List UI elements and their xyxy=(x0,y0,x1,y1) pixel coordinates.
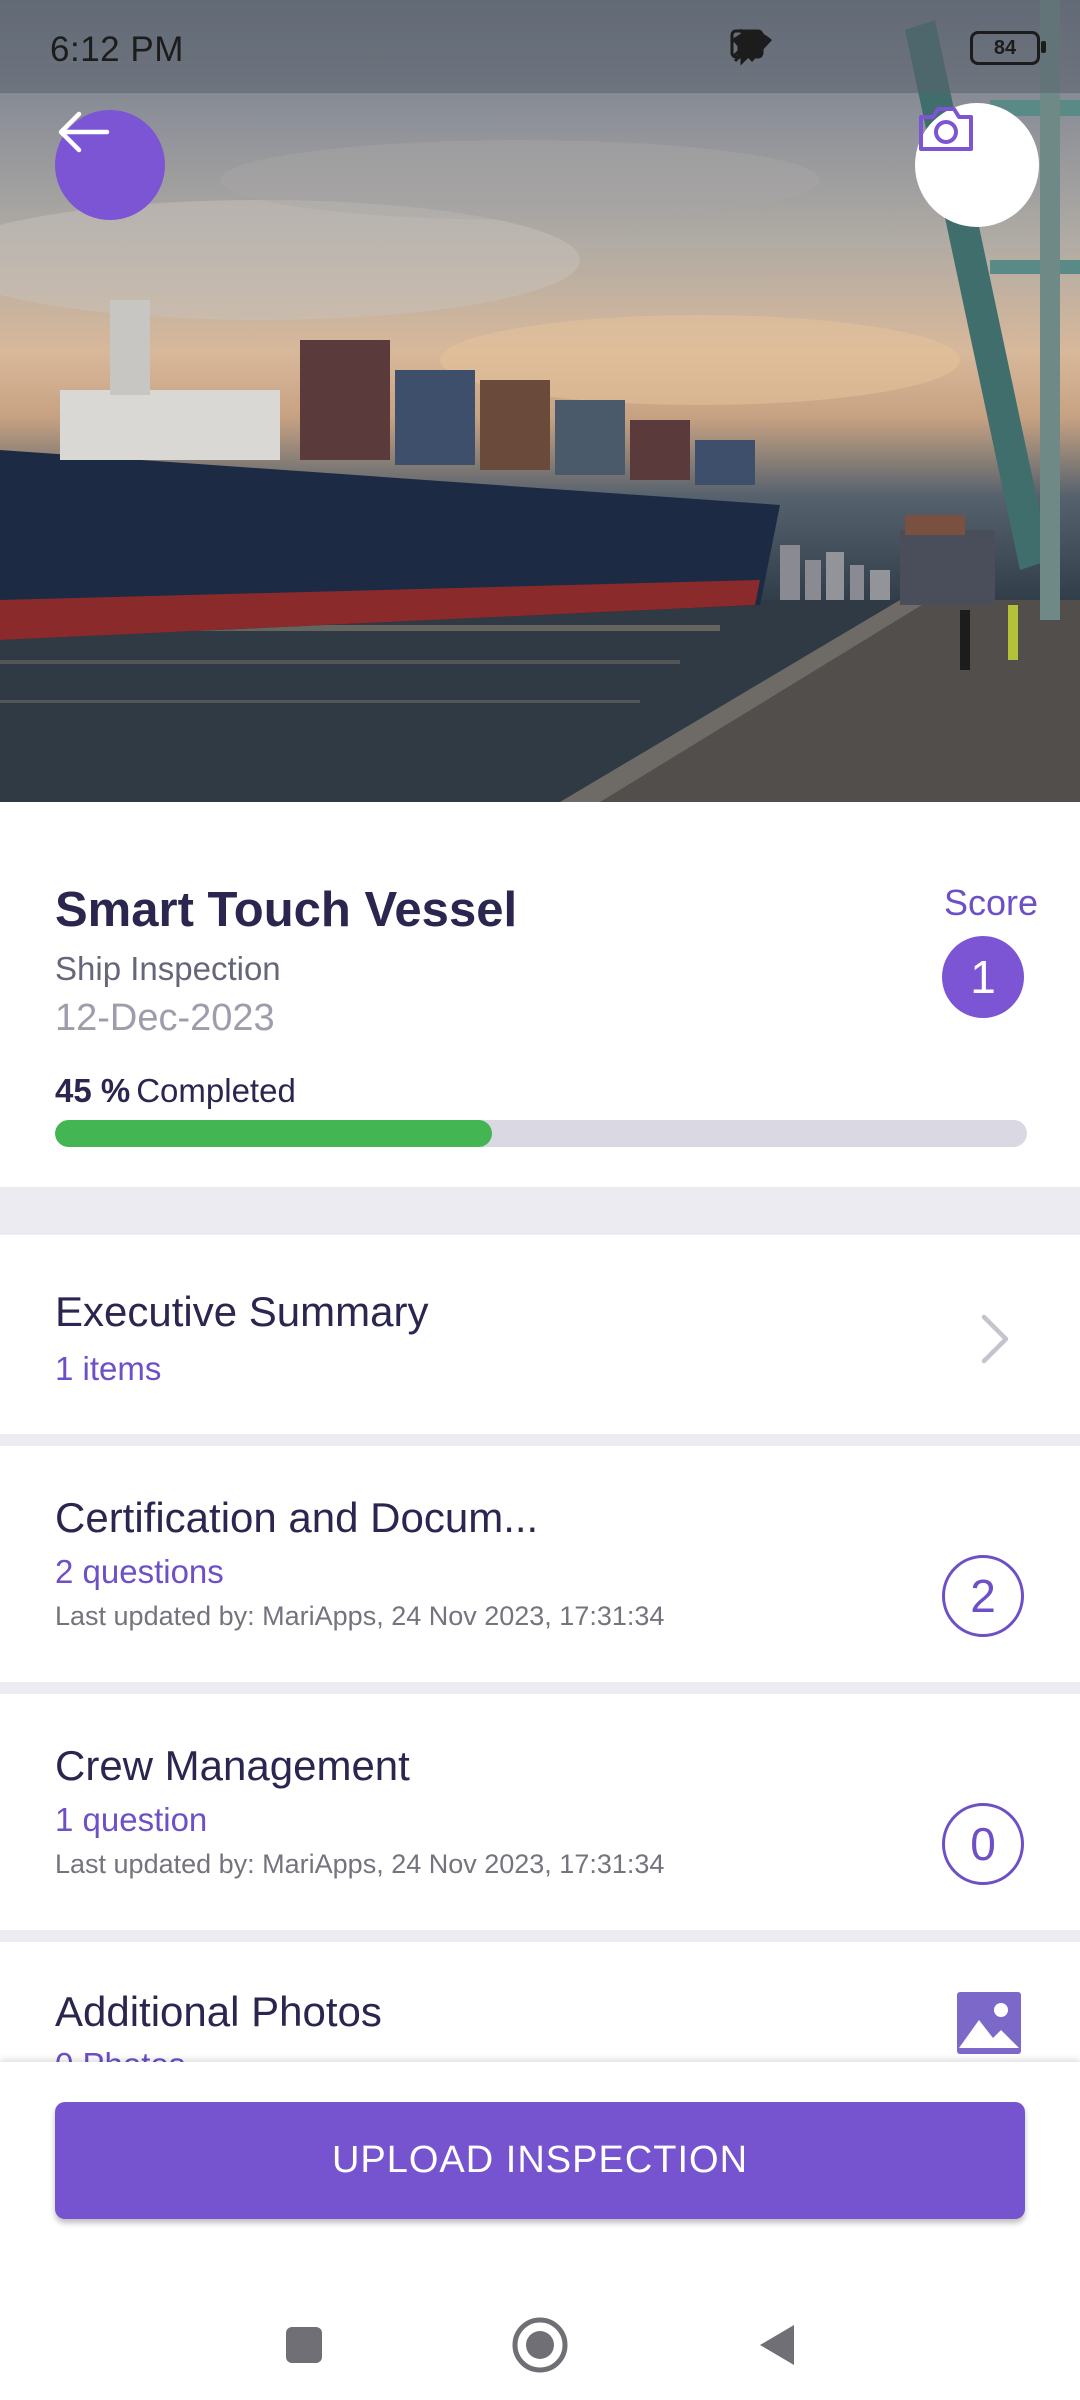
section-executive-summary[interactable]: Executive Summary 1 items xyxy=(0,1235,1080,1442)
mute-bell-icon xyxy=(733,29,828,67)
battery-level: 84 xyxy=(993,36,1017,59)
progress-text: 45 % Completed xyxy=(55,1072,296,1110)
upload-inspection-button[interactable]: UPLOAD INSPECTION xyxy=(55,2102,1025,2219)
back-nav-button[interactable] xyxy=(747,2315,807,2375)
section-count-badge: 2 xyxy=(942,1555,1024,1637)
section-last-updated: Last updated by: MariApps, 24 Nov 2023, … xyxy=(55,1849,665,1879)
section-separator xyxy=(0,1434,1080,1446)
progress-bar xyxy=(55,1120,1027,1147)
no-sim-icon xyxy=(730,29,888,67)
gallery-icon xyxy=(957,1992,1021,2054)
section-last-updated: Last updated by: MariApps, 24 Nov 2023, … xyxy=(55,1601,665,1631)
system-navigation-bar xyxy=(0,2270,1080,2400)
camera-icon xyxy=(919,107,973,151)
progress-fill xyxy=(55,1120,493,1147)
chevron-right-icon xyxy=(981,1314,1009,1364)
section-count-badge: 0 xyxy=(942,1803,1024,1885)
section-title: Executive Summary xyxy=(55,1288,429,1335)
status-icons: 84 xyxy=(730,28,1046,68)
section-certification-documents[interactable]: Certification and Docum... 2 questions L… xyxy=(0,1446,1080,1682)
status-time: 6:12 PM xyxy=(50,30,184,69)
section-subtitle: 1 question xyxy=(55,1801,208,1838)
back-arrow-icon xyxy=(58,111,110,153)
camera-button[interactable] xyxy=(915,103,1039,227)
score-badge: 1 xyxy=(942,936,1024,1018)
progress-percent: 45 % xyxy=(55,1072,131,1109)
wifi-icon xyxy=(732,29,948,67)
inspection-info-card: Smart Touch Vessel Ship Inspection 12-De… xyxy=(0,802,1080,1187)
section-subtitle: 2 questions xyxy=(55,1553,224,1590)
vessel-name: Smart Touch Vessel xyxy=(55,883,518,937)
back-button[interactable] xyxy=(55,110,165,220)
recents-button[interactable] xyxy=(274,2315,334,2375)
section-title: Additional Photos xyxy=(55,1988,382,2035)
home-button[interactable] xyxy=(508,2315,572,2375)
section-title: Crew Management xyxy=(55,1742,410,1789)
home-circle-icon xyxy=(512,2317,568,2373)
progress-label: Completed xyxy=(136,1072,296,1109)
hero-image: 6:12 PM 84 xyxy=(0,0,1080,802)
recents-square-icon xyxy=(286,2327,322,2363)
section-title: Certification and Docum... xyxy=(55,1494,539,1541)
score-label: Score xyxy=(943,882,1038,923)
section-crew-management[interactable]: Crew Management 1 question Last updated … xyxy=(0,1694,1080,1930)
inspection-type: Ship Inspection xyxy=(55,950,281,987)
section-separator xyxy=(0,1930,1080,1942)
back-triangle-icon xyxy=(760,2325,794,2365)
section-divider xyxy=(0,1187,1080,1235)
section-subtitle: 1 items xyxy=(55,1350,162,1387)
status-bar: 6:12 PM 84 xyxy=(0,0,1080,93)
battery-icon: 84 xyxy=(970,31,1046,65)
inspection-date: 12-Dec-2023 xyxy=(55,997,275,1039)
section-separator xyxy=(0,1682,1080,1694)
